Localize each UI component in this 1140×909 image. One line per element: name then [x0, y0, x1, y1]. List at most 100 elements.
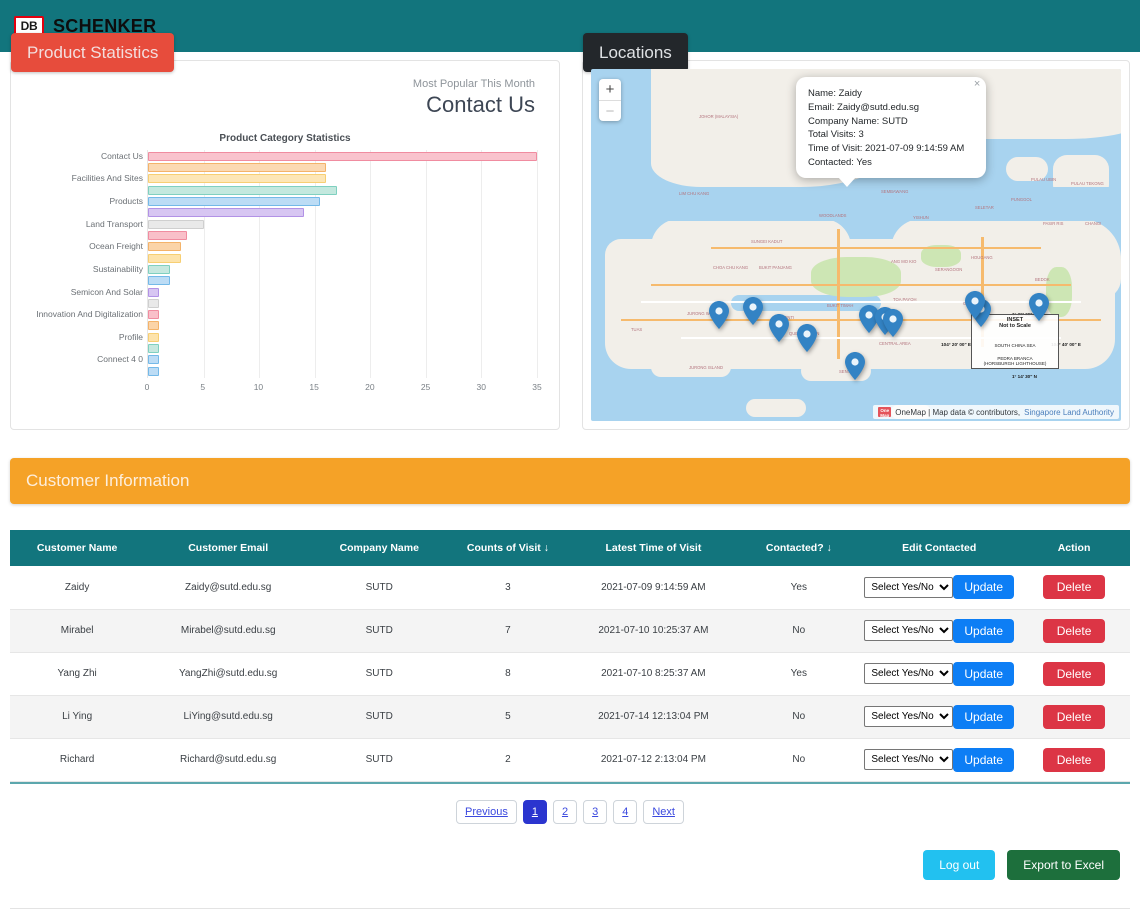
logout-button[interactable]: Log out: [923, 849, 996, 880]
chart-bar[interactable]: [148, 264, 171, 274]
map-location-pin[interactable]: [797, 324, 817, 352]
contacted-select[interactable]: Select Yes/NoYesNo: [864, 706, 954, 727]
popup-contacted: Contacted: Yes: [808, 156, 872, 168]
update-button[interactable]: Update: [953, 704, 1015, 729]
pagination-next[interactable]: Next: [643, 799, 684, 824]
map-zoom-in-button[interactable]: +: [599, 79, 621, 100]
delete-button[interactable]: Delete: [1042, 704, 1106, 729]
table-column-header[interactable]: Customer Name: [10, 530, 145, 566]
footer-buttons: Log out Export to Excel: [10, 849, 1130, 880]
popup-close-icon[interactable]: ×: [974, 79, 980, 90]
chart-bar[interactable]: [148, 253, 182, 263]
table-column-header[interactable]: Latest Time of Visit: [569, 530, 738, 566]
product-statistics-tag[interactable]: Product Statistics: [11, 33, 175, 72]
attribution-link[interactable]: Singapore Land Authority: [1024, 408, 1114, 417]
export-to-excel-button[interactable]: Export to Excel: [1007, 849, 1120, 880]
chart-category-label: .: [21, 276, 143, 285]
chart-plot-area: [147, 149, 538, 378]
chart-bar-row: [148, 163, 537, 173]
table-row: Zaidy Zaidy@sutd.edu.sg SUTD 3 2021-07-09 9:…: [10, 566, 1130, 609]
table-column-header[interactable]: Edit Contacted: [860, 530, 1019, 566]
pagination-page-3[interactable]: 3: [583, 799, 608, 824]
map-canvas[interactable]: JOHOR (MALAYSIA) LIM CHU KANG SUNGEI KADUT…: [591, 69, 1121, 421]
chart-bar-row: [148, 230, 537, 240]
table-column-header[interactable]: Counts of Visit ↓: [446, 530, 570, 566]
delete-button[interactable]: Delete: [1042, 618, 1106, 643]
chart-category-label: .: [21, 367, 143, 376]
chart-bar[interactable]: [148, 208, 304, 218]
map-location-pin[interactable]: [743, 297, 763, 325]
map-location-pin[interactable]: [845, 352, 865, 380]
customer-name: Li Ying: [62, 711, 93, 722]
delete-button[interactable]: Delete: [1042, 575, 1106, 600]
pagination-page-4[interactable]: 4: [613, 799, 638, 824]
chart-x-tick: 5: [200, 381, 206, 392]
chart-bar[interactable]: [148, 185, 337, 195]
chart-bar[interactable]: [148, 366, 160, 376]
latest-time-of-visit: 2021-07-10 8:25:37 AM: [601, 668, 706, 679]
chart-bar[interactable]: [148, 344, 160, 354]
map-location-pin[interactable]: [965, 291, 985, 319]
chart-bar[interactable]: [148, 355, 160, 365]
update-button[interactable]: Update: [953, 747, 1015, 772]
map-location-pin[interactable]: [769, 314, 789, 342]
delete-button[interactable]: Delete: [1042, 747, 1106, 772]
chart-bar[interactable]: [148, 287, 160, 297]
table-column-header[interactable]: Company Name: [312, 530, 447, 566]
chart-x-axis: 0 5 10 15 20 25 30 35: [145, 378, 542, 398]
map-zoom-out-button[interactable]: −: [599, 100, 621, 121]
most-popular-value: Contact Us: [426, 92, 535, 118]
chart-bar[interactable]: [148, 197, 321, 207]
map-zoom-control[interactable]: + −: [599, 79, 621, 121]
map-land-jurong-island: [651, 351, 731, 377]
table-column-header[interactable]: Contacted? ↓: [737, 530, 861, 566]
pagination-page-2[interactable]: 2: [552, 799, 578, 824]
map-location-pin[interactable]: [883, 309, 903, 337]
edit-contacted-cell: Select Yes/NoYesNoUpdate: [860, 566, 1018, 609]
map-town-label: YISHUN: [913, 215, 929, 220]
chart-bar-row: [148, 355, 537, 365]
delete-button[interactable]: Delete: [1042, 661, 1106, 686]
map-green-catchment: [811, 257, 901, 297]
chart-bar[interactable]: [148, 310, 160, 320]
company-name: SUTD: [365, 625, 393, 636]
chart-bar-row: [148, 321, 537, 331]
map-marker-popup: × Name: Zaidy Email: Zaidy@sutd.edu.sg C…: [796, 77, 987, 187]
chart-bar[interactable]: [148, 230, 187, 240]
chart-category-label: Products: [109, 196, 143, 207]
table-row: Yang Zhi YangZhi@sutd.edu.sg SUTD 8 2021-07-…: [10, 652, 1130, 695]
chart-bar[interactable]: [148, 298, 160, 308]
chart-bar[interactable]: [148, 151, 537, 161]
contacted-value: Yes: [790, 581, 807, 593]
chart-bar[interactable]: [148, 321, 160, 331]
inset-coord-bottom: 1° 14' 30" N: [1011, 374, 1037, 379]
update-button[interactable]: Update: [953, 575, 1015, 600]
map-location-pin[interactable]: [709, 301, 729, 329]
update-button[interactable]: Update: [953, 618, 1015, 643]
contacted-value: Yes: [790, 668, 807, 679]
chart-bar[interactable]: [148, 276, 171, 286]
inset-coord-left: 104° 20' 00" E: [941, 342, 971, 347]
chart-x-tick: 35: [532, 381, 542, 392]
contacted-select[interactable]: Select Yes/NoYesNo: [864, 663, 954, 684]
onemap-logo-icon: One Map: [878, 407, 892, 418]
chart-bar-row: [148, 242, 537, 252]
table-column-header[interactable]: Customer Email: [144, 530, 313, 566]
map-town-label: TOA PAYOH: [893, 297, 917, 302]
chart-bar[interactable]: [148, 174, 326, 184]
chart-bar[interactable]: [148, 163, 326, 173]
locations-tag[interactable]: Locations: [583, 33, 688, 72]
contacted-select[interactable]: Select Yes/NoYesNo: [864, 749, 954, 770]
chart-bar[interactable]: [148, 219, 204, 229]
action-cell: Delete: [1018, 738, 1130, 781]
map-green-changi: [1046, 267, 1072, 317]
contacted-select[interactable]: Select Yes/NoYesNo: [864, 620, 954, 641]
chart-bar[interactable]: [148, 242, 182, 252]
map-location-pin[interactable]: [1029, 293, 1049, 321]
table-column-header[interactable]: Action: [1018, 530, 1130, 566]
pagination-previous[interactable]: Previous: [456, 799, 517, 824]
update-button[interactable]: Update: [953, 661, 1015, 686]
chart-bar[interactable]: [148, 332, 160, 342]
pagination-page-1[interactable]: 1: [522, 799, 547, 824]
contacted-select[interactable]: Select Yes/NoYesNo: [864, 576, 954, 598]
